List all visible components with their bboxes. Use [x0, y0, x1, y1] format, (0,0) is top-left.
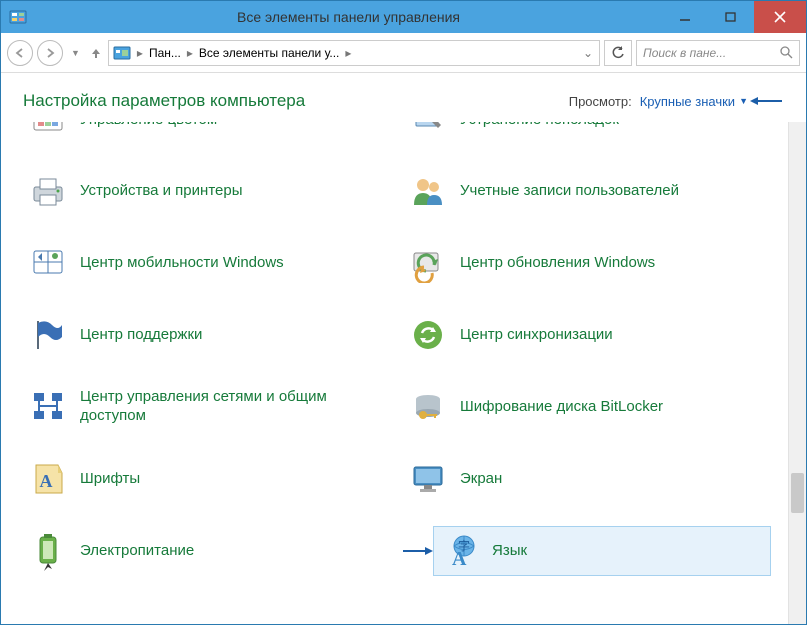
history-dropdown[interactable]: ▼	[67, 48, 84, 58]
window: Все элементы панели управления ▼	[0, 0, 807, 625]
item-label: Экран	[460, 470, 502, 489]
search-input[interactable]: Поиск в пане...	[636, 40, 800, 66]
header: Настройка параметров компьютера Просмотр…	[1, 73, 806, 121]
cp-item-user-accounts[interactable]: Учетные записи пользователей	[401, 166, 771, 216]
scroll-thumb[interactable]	[791, 473, 804, 513]
breadcrumb-separator: ▸	[135, 46, 145, 60]
cp-item-power-options[interactable]: Электропитание	[21, 526, 391, 576]
cp-item-language[interactable]: 字A Язык	[433, 526, 771, 576]
troubleshooting-icon	[408, 122, 448, 140]
item-label: Центр обновления Windows	[460, 254, 655, 273]
up-button[interactable]	[88, 46, 104, 60]
scrollbar[interactable]	[788, 122, 806, 624]
maximize-button[interactable]	[708, 1, 754, 33]
breadcrumb-seg-1[interactable]: Пан...	[149, 46, 181, 60]
address-bar[interactable]: ▸ Пан... ▸ Все элементы панели у... ▸ ⌄	[108, 40, 600, 66]
toolbar: ▼ ▸ Пан... ▸ Все элементы панели у... ▸ …	[1, 33, 806, 73]
cp-item-troubleshooting[interactable]: Устранение неполадок	[401, 122, 626, 144]
item-label: Устройства и принтеры	[80, 182, 242, 201]
network-icon	[28, 387, 68, 427]
control-panel-icon	[113, 44, 131, 62]
power-icon	[28, 531, 68, 571]
page-title: Настройка параметров компьютера	[23, 91, 569, 111]
cp-item-network-sharing[interactable]: Центр управления сетями и общим доступом	[21, 382, 391, 432]
search-icon	[780, 46, 793, 59]
view-label: Просмотр:	[569, 94, 632, 109]
flag-icon	[28, 315, 68, 355]
cp-item-sync-center[interactable]: Центр синхронизации	[401, 310, 771, 360]
cp-item-devices-printers[interactable]: Устройства и принтеры	[21, 166, 391, 216]
printer-icon	[28, 171, 68, 211]
minimize-button[interactable]	[662, 1, 708, 33]
cp-item-mobility-center[interactable]: Центр мобильности Windows	[21, 238, 391, 288]
users-icon	[408, 171, 448, 211]
cp-item-display[interactable]: Экран	[401, 454, 771, 504]
item-label: Управление цветом	[80, 122, 217, 129]
search-placeholder: Поиск в пане...	[643, 46, 776, 60]
item-label: Центр управления сетями и общим доступом	[80, 388, 384, 426]
back-button[interactable]	[7, 40, 33, 66]
breadcrumb-seg-2[interactable]: Все элементы панели у...	[199, 46, 339, 60]
language-icon: 字A	[440, 531, 480, 571]
item-label: Устранение неполадок	[460, 122, 619, 129]
svg-text:A: A	[452, 548, 467, 570]
item-label: Центр поддержки	[80, 326, 202, 345]
color-management-icon	[28, 122, 68, 140]
display-icon	[408, 459, 448, 499]
item-label: Шифрование диска BitLocker	[460, 398, 663, 417]
item-label: Шрифты	[80, 470, 140, 489]
items-grid: Управление цветом Устранение неполадок У…	[21, 122, 791, 576]
fonts-icon: A	[28, 459, 68, 499]
view-mode-value: Крупные значки	[640, 94, 735, 109]
item-label: Электропитание	[80, 542, 194, 561]
control-panel-icon	[9, 8, 27, 26]
address-dropdown[interactable]: ⌄	[581, 46, 595, 60]
cp-item-windows-update[interactable]: Центр обновления Windows	[401, 238, 771, 288]
annotation-arrow-icon	[748, 94, 784, 108]
titlebar: Все элементы панели управления	[1, 1, 806, 33]
item-label: Центр синхронизации	[460, 326, 613, 345]
annotation-arrow-icon	[401, 544, 435, 558]
forward-button[interactable]	[37, 40, 63, 66]
windows-update-icon	[408, 243, 448, 283]
item-label: Язык	[492, 542, 527, 561]
sync-icon	[408, 315, 448, 355]
content-area: Управление цветом Устранение неполадок У…	[1, 121, 806, 624]
cp-item-action-center[interactable]: Центр поддержки	[21, 310, 391, 360]
bitlocker-icon	[408, 387, 448, 427]
svg-text:A: A	[40, 471, 53, 491]
item-label: Учетные записи пользователей	[460, 182, 679, 201]
view-mode-dropdown[interactable]: Крупные значки ▼	[640, 94, 748, 109]
item-label: Центр мобильности Windows	[80, 254, 284, 273]
breadcrumb-separator: ▸	[185, 46, 195, 60]
cp-item-color-management[interactable]: Управление цветом	[21, 122, 224, 144]
window-title: Все элементы панели управления	[35, 9, 662, 25]
cp-item-bitlocker[interactable]: Шифрование диска BitLocker	[401, 382, 771, 432]
close-button[interactable]	[754, 1, 806, 33]
refresh-button[interactable]	[604, 40, 632, 66]
chevron-down-icon: ▼	[739, 96, 748, 106]
mobility-icon	[28, 243, 68, 283]
cp-item-fonts[interactable]: A Шрифты	[21, 454, 391, 504]
breadcrumb-separator: ▸	[343, 46, 353, 60]
system-buttons	[662, 1, 806, 33]
